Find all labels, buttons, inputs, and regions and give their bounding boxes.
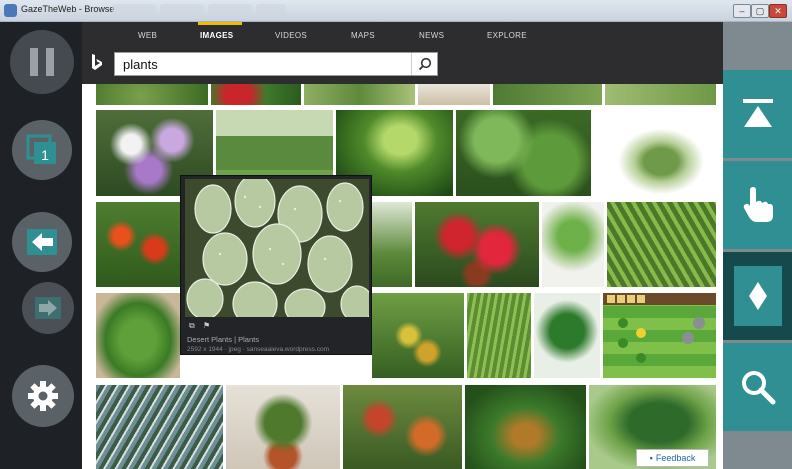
back-button[interactable] bbox=[12, 212, 72, 272]
image-result[interactable] bbox=[607, 202, 716, 287]
game-screenshot bbox=[603, 293, 716, 363]
flag-icon[interactable]: ⚑ bbox=[203, 321, 210, 330]
search-input[interactable]: plants bbox=[114, 52, 438, 76]
image-result[interactable] bbox=[211, 84, 301, 105]
preview-image[interactable] bbox=[185, 179, 369, 317]
image-result[interactable] bbox=[304, 84, 415, 105]
click-mode-button[interactable] bbox=[723, 161, 792, 249]
image-result[interactable] bbox=[415, 202, 539, 287]
svg-text:1: 1 bbox=[41, 147, 49, 163]
image-result[interactable] bbox=[96, 385, 223, 469]
image-result[interactable] bbox=[594, 110, 716, 196]
active-tab-indicator bbox=[198, 22, 242, 25]
speech-bubble-icon: ▪ bbox=[649, 453, 653, 463]
nav-explore[interactable]: EXPLORE bbox=[487, 31, 527, 40]
image-result[interactable] bbox=[603, 293, 716, 378]
forward-button[interactable] bbox=[22, 282, 74, 334]
feedback-label: Feedback bbox=[655, 453, 696, 463]
zoom-search-icon bbox=[741, 371, 775, 405]
feedback-button[interactable]: ▪ Feedback bbox=[636, 449, 709, 467]
forward-icon bbox=[35, 297, 61, 319]
scroll-to-top-icon bbox=[742, 99, 773, 127]
pause-icon bbox=[30, 48, 54, 76]
maximize-button[interactable]: ▢ bbox=[751, 4, 769, 18]
image-result[interactable] bbox=[542, 202, 604, 287]
window-title: GazeTheWeb - Browse bbox=[21, 4, 115, 14]
background-tab[interactable] bbox=[208, 4, 252, 17]
right-control-panel bbox=[723, 22, 792, 469]
image-result[interactable] bbox=[96, 293, 180, 378]
image-result[interactable] bbox=[605, 84, 716, 105]
search-button[interactable] bbox=[411, 53, 437, 75]
image-result[interactable] bbox=[418, 84, 490, 105]
preview-actions: ⧉ ⚑ bbox=[189, 321, 210, 331]
magnifier-icon bbox=[418, 57, 431, 71]
scroll-mode-button[interactable] bbox=[723, 252, 792, 340]
image-result[interactable] bbox=[96, 84, 208, 105]
back-icon bbox=[27, 229, 57, 255]
click-hand-icon bbox=[743, 187, 773, 222]
close-button[interactable]: ✕ bbox=[769, 4, 787, 18]
nav-maps[interactable]: MAPS bbox=[351, 31, 375, 40]
image-result[interactable] bbox=[96, 202, 180, 287]
tabs-icon: 1 bbox=[26, 134, 56, 164]
image-result[interactable] bbox=[467, 293, 531, 378]
image-result[interactable] bbox=[465, 385, 586, 469]
settings-button[interactable] bbox=[12, 365, 74, 427]
minimize-button[interactable]: – bbox=[733, 4, 751, 18]
background-tab[interactable] bbox=[256, 4, 286, 17]
cactus-image bbox=[185, 179, 369, 317]
tabs-button[interactable]: 1 bbox=[12, 120, 72, 180]
view-image-icon[interactable]: ⧉ bbox=[189, 321, 195, 330]
image-result[interactable] bbox=[343, 385, 462, 469]
bing-logo-icon[interactable] bbox=[90, 53, 104, 73]
nav-news[interactable]: NEWS bbox=[419, 31, 444, 40]
search-query: plants bbox=[123, 57, 158, 72]
settings-icon bbox=[28, 381, 58, 411]
nav-videos[interactable]: VIDEOS bbox=[275, 31, 307, 40]
image-result[interactable] bbox=[493, 84, 602, 105]
image-result[interactable] bbox=[372, 202, 412, 287]
background-tab[interactable] bbox=[160, 4, 204, 17]
image-result[interactable] bbox=[534, 293, 600, 378]
background-tab[interactable] bbox=[112, 4, 156, 17]
nav-web[interactable]: WEB bbox=[138, 31, 157, 40]
image-result[interactable] bbox=[372, 293, 464, 378]
preview-caption[interactable]: Desert Plants | Plants bbox=[187, 335, 259, 344]
zoom-button[interactable] bbox=[723, 343, 792, 431]
left-control-panel: 1 bbox=[0, 22, 82, 469]
scroll-mode-frame bbox=[733, 266, 782, 326]
image-preview-popup[interactable]: ⧉ ⚑ Desert Plants | Plants 2592 x 1944 ·… bbox=[180, 175, 372, 355]
nav-images[interactable]: IMAGES bbox=[200, 31, 233, 40]
scroll-mode-icon bbox=[748, 282, 767, 310]
image-result[interactable] bbox=[226, 385, 340, 469]
image-results-grid bbox=[82, 84, 723, 469]
app-logo-icon bbox=[4, 4, 17, 17]
preview-meta: 2592 x 1944 · jpeg · sanseaaieva.wordpre… bbox=[187, 346, 329, 353]
pause-button[interactable] bbox=[10, 30, 74, 94]
window-title-bar: GazeTheWeb - Browse – ▢ ✕ bbox=[0, 0, 792, 22]
image-result[interactable] bbox=[456, 110, 591, 196]
scroll-to-top-button[interactable] bbox=[723, 70, 792, 158]
